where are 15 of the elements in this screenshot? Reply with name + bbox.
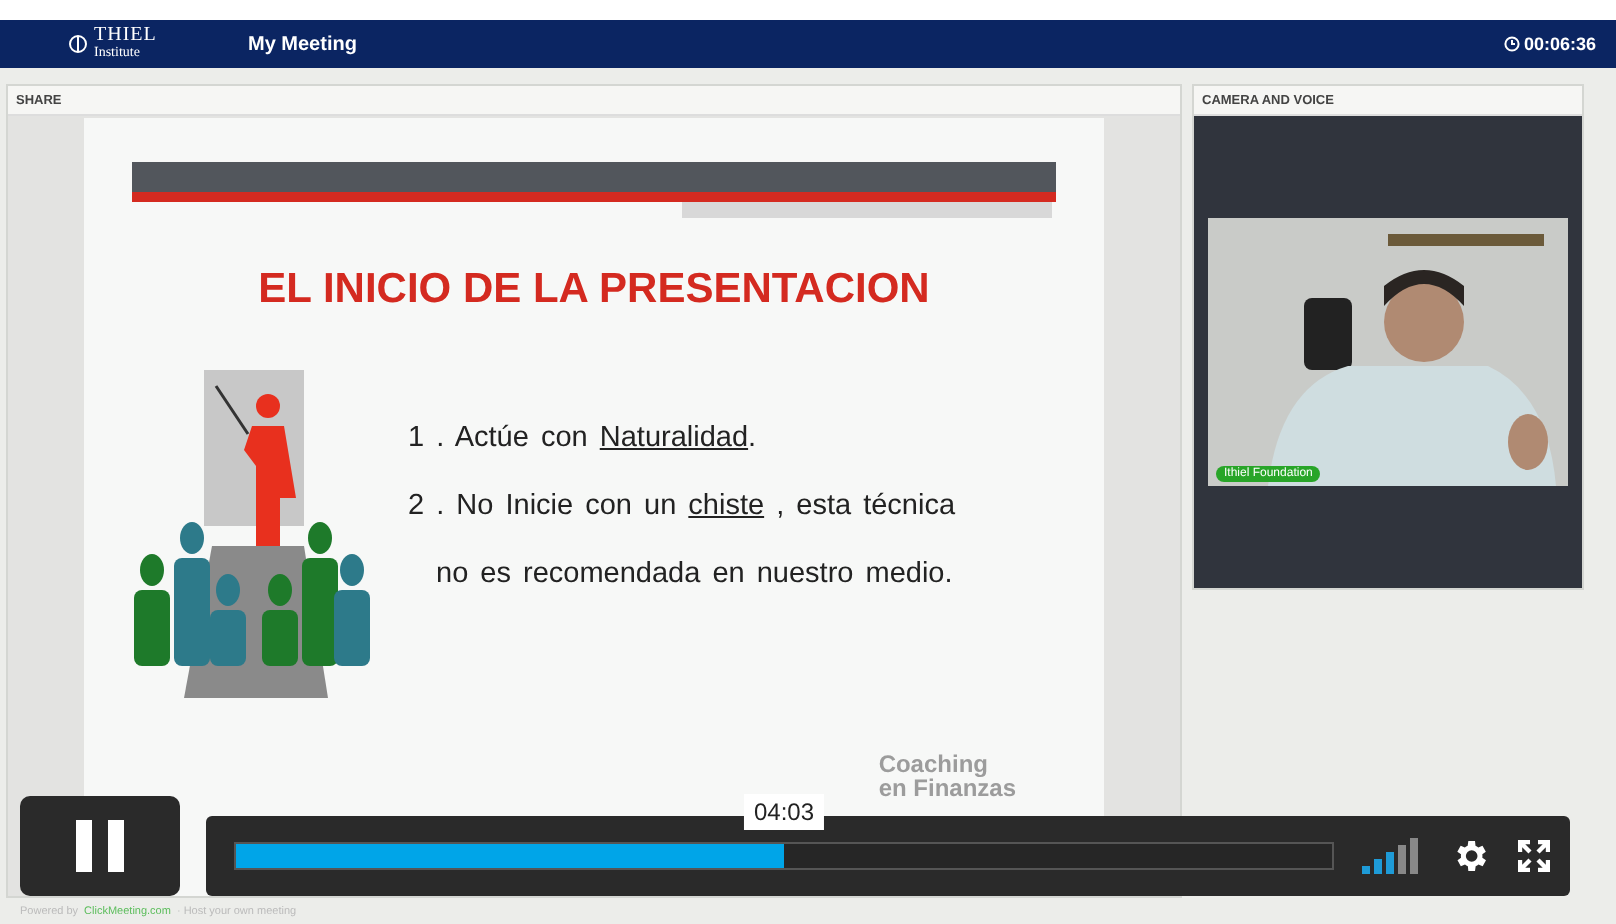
meeting-title: My Meeting xyxy=(248,33,359,55)
fullscreen-icon[interactable] xyxy=(1518,840,1550,872)
slide-heading: EL INICIO DE LA PRESENTACION xyxy=(256,266,932,314)
elapsed-time: 00:06:36 xyxy=(1523,34,1596,54)
slide-logo: Coaching en Finanzas xyxy=(878,752,1016,800)
pause-button[interactable] xyxy=(20,796,180,896)
slide-bullet: 1 . Actúe con Naturalidad. xyxy=(408,422,759,454)
logo-text: THIEL xyxy=(94,28,157,44)
slide-bullet: no es recomendada en nuestro medio. xyxy=(434,558,955,590)
slide-bullet: 2 . No Inicie con un chiste , esta técnica xyxy=(408,490,956,522)
time-tooltip: 04:03 xyxy=(743,794,825,830)
clock-icon xyxy=(1503,36,1520,52)
logo-icon xyxy=(68,34,88,54)
volume-icon[interactable] xyxy=(1362,838,1422,874)
pause-icon xyxy=(74,820,126,872)
